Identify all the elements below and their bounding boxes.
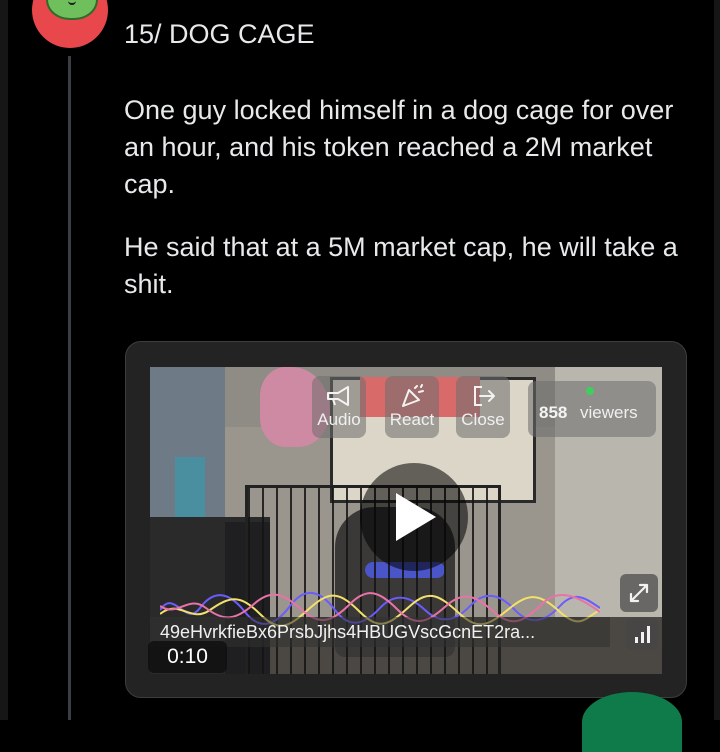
megaphone-icon — [327, 386, 349, 406]
frog-face — [46, 0, 98, 20]
react-label: React — [389, 410, 435, 429]
fullscreen-button[interactable] — [620, 574, 658, 612]
close-button[interactable]: Close — [456, 376, 510, 438]
viewer-label: viewers — [580, 403, 638, 422]
audio-button[interactable]: Audio — [312, 376, 366, 438]
left-edge — [0, 0, 8, 720]
thread-line — [68, 56, 71, 720]
post-paragraph: He said that at a 5M market cap, he will… — [124, 232, 678, 299]
react-button[interactable]: React — [385, 376, 439, 438]
play-icon — [396, 493, 436, 541]
close-label: Close — [461, 410, 505, 429]
signal-bars-icon — [635, 626, 650, 643]
post-title: 15/ DOG CAGE — [124, 19, 315, 49]
quality-button[interactable] — [626, 618, 658, 650]
exit-icon — [474, 386, 495, 406]
audio-label: Audio — [317, 410, 361, 429]
live-dot-icon — [586, 387, 594, 395]
post-body: One guy locked himself in a dog cage for… — [124, 92, 684, 329]
play-button[interactable] — [360, 463, 468, 571]
post-meta-cut-off — [256, 0, 496, 4]
viewer-count: 858 — [539, 403, 568, 422]
expand-icon — [629, 583, 649, 603]
post-paragraph: One guy locked himself in a dog cage for… — [124, 95, 674, 199]
avatar[interactable] — [32, 0, 108, 48]
right-edge — [714, 0, 720, 720]
floating-action-button[interactable] — [582, 692, 682, 752]
viewer-count-badge: 858 viewers — [528, 381, 656, 437]
party-popper-icon — [402, 384, 424, 407]
video-duration: 0:10 — [148, 641, 227, 673]
